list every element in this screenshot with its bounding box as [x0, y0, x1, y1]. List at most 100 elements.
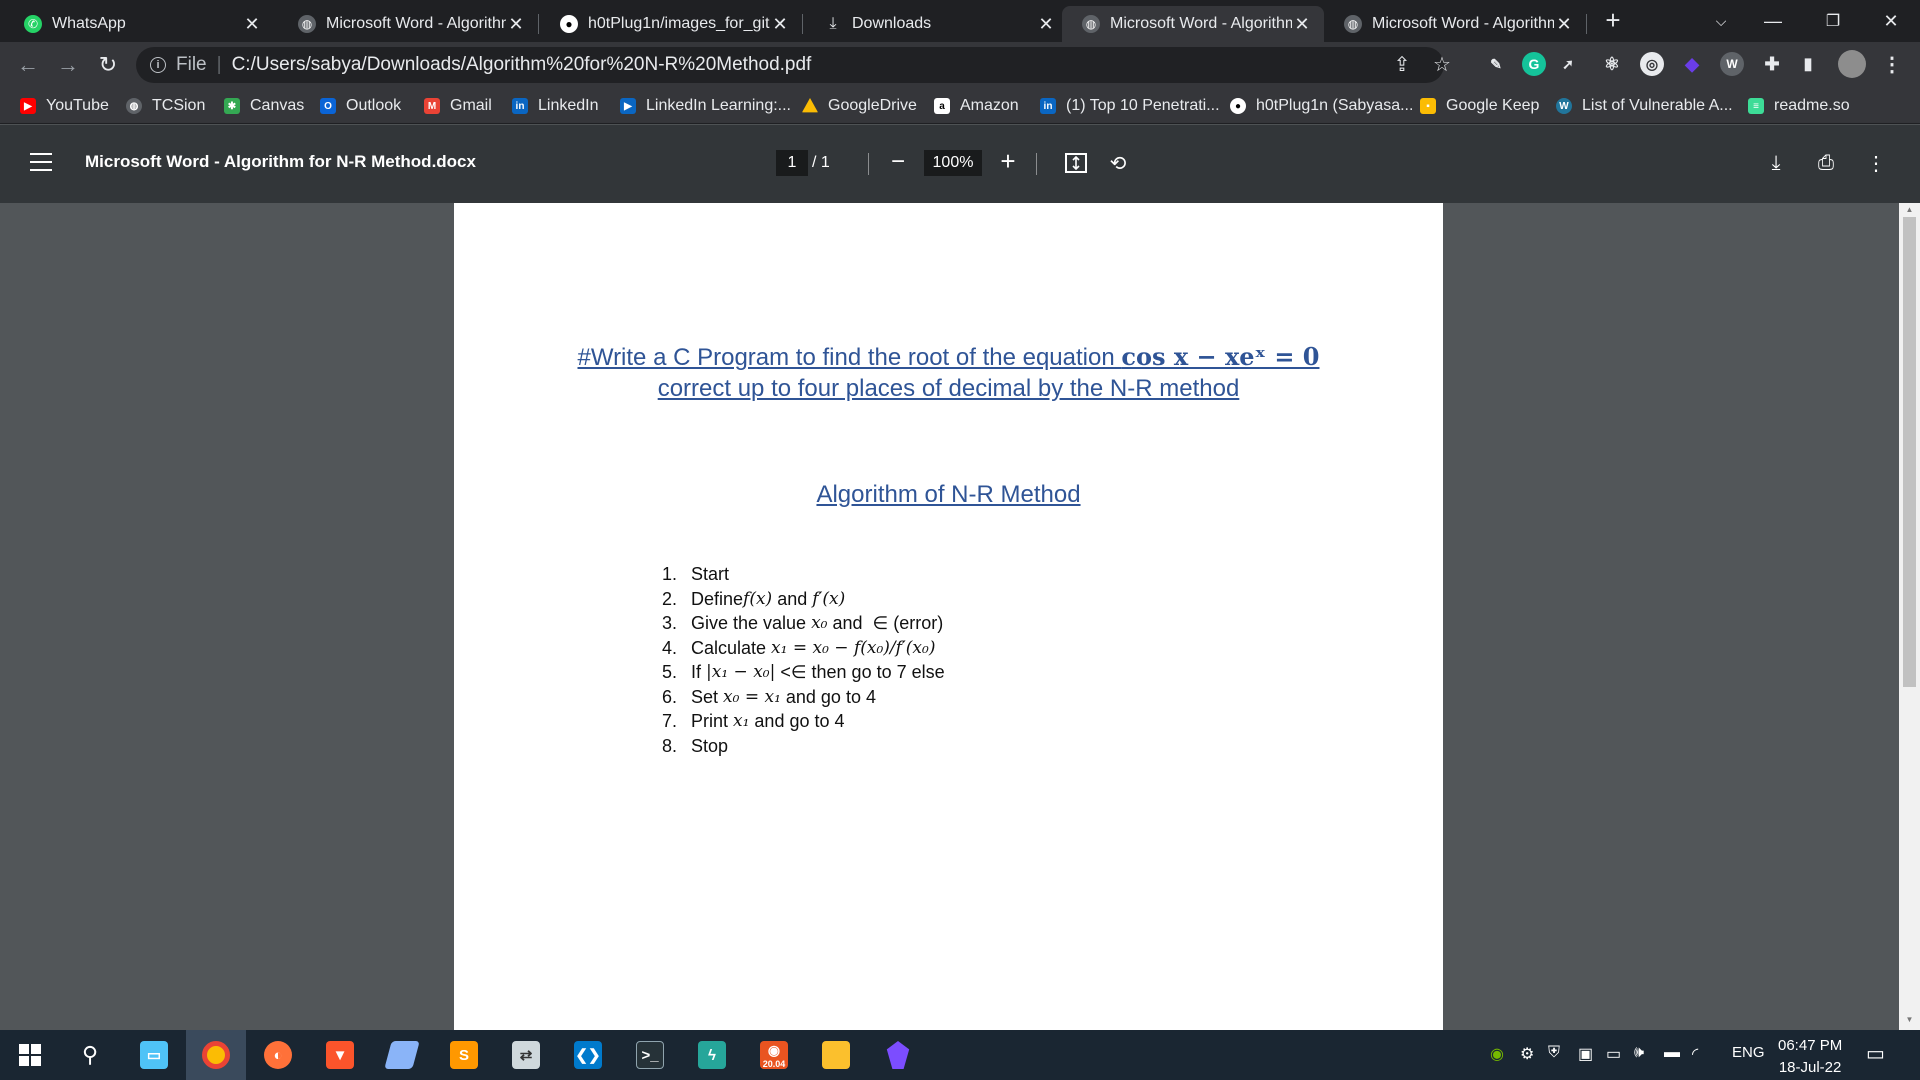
bookmark-youtube[interactable]: ▶ YouTube: [20, 95, 109, 117]
system-clock[interactable]: 06:47 PM 18-Jul-22: [1778, 1035, 1842, 1079]
close-window-button[interactable]: ✕: [1868, 0, 1914, 42]
scroll-up-icon[interactable]: ▲: [1903, 205, 1916, 215]
bookmark-linkedin-learning[interactable]: ▶ LinkedIn Learning:...: [620, 95, 791, 117]
diamond-extension-icon[interactable]: ◆: [1680, 52, 1704, 76]
bookmark-gmail[interactable]: M Gmail: [424, 95, 492, 117]
taskbar-search[interactable]: ⚲: [60, 1030, 120, 1080]
tab-github[interactable]: ● h0tPlug1n/images_for_gith ✕: [540, 6, 802, 42]
restore-button[interactable]: ❐: [1810, 0, 1856, 42]
ublock-icon[interactable]: ◎: [1640, 52, 1664, 76]
bookmark-tcsion[interactable]: ◍ TCSion: [126, 95, 205, 117]
tab-word-active[interactable]: ◍ Microsoft Word - Algorithm ✕: [1062, 6, 1324, 42]
back-button[interactable]: ←: [14, 51, 42, 79]
close-icon[interactable]: ✕: [770, 14, 790, 35]
bookmark-googledrive[interactable]: GoogleDrive: [802, 95, 917, 117]
grammarly-icon[interactable]: G: [1522, 52, 1546, 76]
network-icon: ⇄: [512, 1041, 540, 1069]
tab-search-chevron-icon[interactable]: ⌵: [1698, 0, 1744, 42]
close-icon[interactable]: ✕: [506, 14, 526, 35]
close-icon[interactable]: ✕: [1554, 14, 1574, 35]
brave-icon: ▼: [326, 1041, 354, 1069]
zoom-level-input[interactable]: 100%: [924, 150, 982, 176]
shield-icon[interactable]: ⛨: [1548, 1044, 1560, 1062]
info-icon[interactable]: i: [150, 57, 166, 73]
page-number-input[interactable]: 1: [776, 150, 808, 176]
download-icon[interactable]: ⤓: [1762, 149, 1790, 177]
device-icon[interactable]: ▣: [1578, 1044, 1593, 1064]
nvidia-icon[interactable]: ◉: [1490, 1044, 1504, 1064]
print-icon[interactable]: ⎙: [1812, 149, 1840, 177]
google-drive-icon: [802, 98, 818, 113]
extensions-puzzle-icon[interactable]: ✚: [1760, 52, 1784, 76]
taskbar-chrome[interactable]: [186, 1030, 246, 1080]
minimize-button[interactable]: —: [1750, 0, 1796, 42]
bookmark-linkedin[interactable]: in LinkedIn: [512, 95, 599, 117]
taskbar-ubuntu[interactable]: ◉ 20.04: [744, 1030, 804, 1080]
zoom-out-button[interactable]: −: [886, 148, 910, 176]
bookmark-canvas[interactable]: ✱ Canvas: [224, 95, 304, 117]
scroll-down-icon[interactable]: ▼: [1903, 1015, 1916, 1025]
volume-icon[interactable]: 🕪: [1634, 1044, 1644, 1062]
wifi-icon[interactable]: ◜: [1692, 1044, 1698, 1064]
browser-menu-icon[interactable]: ⋮: [1880, 52, 1904, 76]
taskbar-sublime[interactable]: S: [434, 1030, 494, 1080]
bookmark-outlook[interactable]: O Outlook: [320, 95, 401, 117]
bookmark-github-profile[interactable]: ● h0tPlug1n (Sabyasa...: [1230, 95, 1413, 117]
more-options-icon[interactable]: ⋮: [1862, 149, 1890, 177]
bookmark-amazon[interactable]: a Amazon: [934, 95, 1019, 117]
close-icon[interactable]: ✕: [1292, 14, 1312, 35]
tab-downloads[interactable]: ⤓ Downloads ✕: [804, 6, 1068, 42]
bookmark-star-icon[interactable]: ☆: [1428, 50, 1456, 78]
close-icon[interactable]: ✕: [242, 14, 262, 35]
step-number: 6.: [662, 686, 678, 707]
clock-time: 06:47 PM: [1778, 1037, 1843, 1054]
taskbar-firefox[interactable]: ◐: [248, 1030, 308, 1080]
rotate-icon[interactable]: ⟲: [1104, 149, 1132, 177]
cursor-extension-icon[interactable]: ➚: [1556, 52, 1580, 76]
bookmark-penetration[interactable]: in (1) Top 10 Penetrati...: [1040, 95, 1220, 117]
zoom-in-button[interactable]: +: [996, 147, 1020, 175]
new-tab-button[interactable]: +: [1600, 7, 1626, 34]
vscode-icon: ❮❯: [574, 1041, 602, 1069]
avatar[interactable]: [1838, 50, 1866, 78]
menu-icon[interactable]: [30, 153, 52, 171]
tab-whatsapp[interactable]: ✆ WhatsApp ✕: [4, 6, 274, 42]
taskbar-network[interactable]: ⇄: [496, 1030, 556, 1080]
taskbar-bolt[interactable]: ϟ: [682, 1030, 742, 1080]
notification-icon[interactable]: ▭: [1866, 1041, 1885, 1066]
wordpress-extension-icon[interactable]: W: [1720, 52, 1744, 76]
language-indicator[interactable]: ENG: [1732, 1044, 1765, 1061]
taskbar-notes[interactable]: [372, 1030, 432, 1080]
scrollbar-thumb[interactable]: [1903, 217, 1916, 687]
toolbar-divider: [1036, 153, 1037, 175]
monitor-icon[interactable]: ▭: [1606, 1044, 1621, 1064]
bookmark-label: TCSion: [152, 97, 206, 114]
url-text: C:/Users/sabya/Downloads/Algorithm%20for…: [231, 54, 812, 75]
taskbar-vscode[interactable]: ❮❯: [558, 1030, 618, 1080]
taskbar-brave[interactable]: ▼: [310, 1030, 370, 1080]
address-bar[interactable]: i File | C:/Users/sabya/Downloads/Algori…: [136, 47, 1444, 83]
react-devtools-icon[interactable]: ⚛: [1600, 52, 1624, 76]
steam-icon[interactable]: ⚙: [1520, 1044, 1534, 1064]
forward-button[interactable]: →: [54, 51, 82, 79]
bookmark-google-keep[interactable]: ▪ Google Keep: [1420, 95, 1539, 117]
start-button[interactable]: [0, 1030, 60, 1080]
github-icon: ●: [560, 15, 578, 33]
taskbar-explorer[interactable]: [806, 1030, 866, 1080]
algorithm-steps: 1. Start 2. Define f(x) and f′(x) 3. Give t…: [662, 562, 945, 758]
pen-extension-icon[interactable]: ✎: [1484, 52, 1508, 76]
tab-word-1[interactable]: ◍ Microsoft Word - Algorithm ✕: [278, 6, 538, 42]
taskbar-laptop[interactable]: ▭: [124, 1030, 184, 1080]
section-title: Algorithm of N-R Method: [816, 481, 1081, 508]
taskbar-terminal[interactable]: >_: [620, 1030, 680, 1080]
battery-icon[interactable]: ▬: [1664, 1044, 1680, 1062]
taskbar-obsidian[interactable]: [868, 1030, 928, 1080]
bookmark-readme[interactable]: ≡ readme.so: [1748, 95, 1850, 117]
tab-word-3[interactable]: ◍ Microsoft Word - Algorithm ✕: [1324, 6, 1586, 42]
reload-button[interactable]: ↻: [94, 51, 122, 79]
close-icon[interactable]: ✕: [1036, 14, 1056, 35]
bookmark-vulnerable[interactable]: W List of Vulnerable A...: [1556, 95, 1733, 117]
fit-page-icon[interactable]: [1062, 149, 1090, 177]
side-panel-icon[interactable]: ▮: [1796, 52, 1820, 76]
share-icon[interactable]: ⇪: [1388, 50, 1416, 78]
